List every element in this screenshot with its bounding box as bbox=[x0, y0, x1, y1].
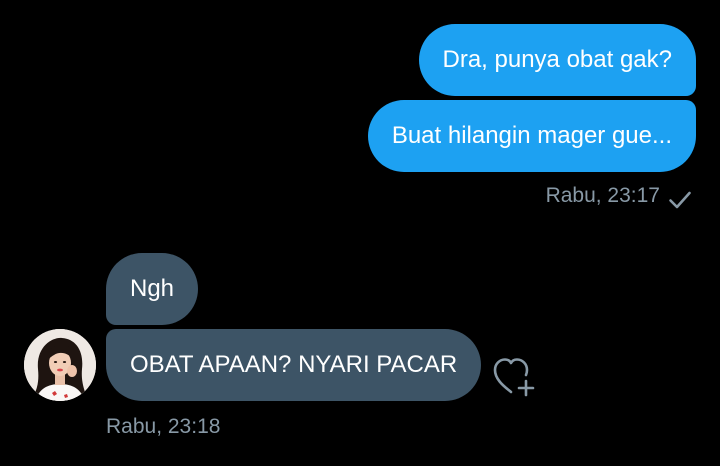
avatar[interactable] bbox=[24, 329, 96, 401]
sent-message-bubble[interactable]: Dra, punya obat gak? bbox=[418, 24, 696, 96]
received-message-bubble[interactable]: Ngh bbox=[106, 253, 199, 325]
user-avatar-image bbox=[24, 329, 96, 401]
sent-message-bubble[interactable]: Buat hilangin mager gue... bbox=[367, 100, 696, 172]
received-timestamp: Rabu, 23:18 bbox=[106, 415, 221, 438]
received-message-bubble[interactable]: OBAT APAAN? NYARI PACAR bbox=[106, 329, 482, 401]
sent-timestamp: Rabu, 23:17 bbox=[545, 184, 660, 207]
checkmark-icon bbox=[669, 191, 691, 209]
heart-plus-icon[interactable] bbox=[490, 354, 540, 400]
